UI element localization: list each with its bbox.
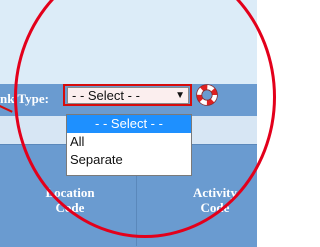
- dropdown-option-select[interactable]: - - Select - -: [67, 115, 191, 133]
- link-type-dropdown-list: - - Select - - All Separate: [66, 114, 192, 176]
- link-type-label: nk Type:: [0, 91, 50, 106]
- help-lifebuoy-icon[interactable]: [196, 84, 218, 106]
- column-header-activity-code[interactable]: Activity Code: [175, 185, 255, 215]
- select-current-value: - - Select - -: [72, 88, 140, 103]
- column-header-line: Code: [55, 200, 85, 215]
- link-type-select[interactable]: - - Select - - ▼: [67, 87, 189, 104]
- column-header-location-code[interactable]: Location Code: [20, 185, 120, 215]
- dropdown-option-all[interactable]: All: [67, 133, 191, 151]
- chevron-down-icon: ▼: [175, 90, 185, 101]
- column-header-line: Location: [45, 185, 95, 200]
- column-header-line: Code: [200, 200, 230, 215]
- column-header-line: Activity: [192, 185, 238, 200]
- dropdown-option-separate[interactable]: Separate: [67, 151, 191, 169]
- top-band: [0, 0, 257, 84]
